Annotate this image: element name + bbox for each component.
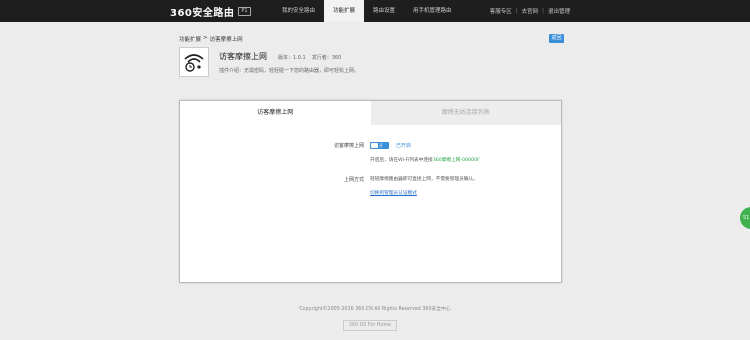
tab-connection-list[interactable]: 摩擦无线连接列表 — [370, 101, 561, 125]
main-nav: 我的安全路由 功能扩展 路由设置 用手机管理路由 — [273, 0, 461, 22]
breadcrumb-parent[interactable]: 功能扩展 — [179, 35, 201, 43]
toggle-text: 开 — [379, 142, 383, 148]
official-site-link[interactable]: 去官网 — [522, 7, 539, 15]
toggle-knob — [371, 143, 378, 148]
divider: | — [515, 8, 518, 14]
back-button[interactable]: 返回 — [549, 34, 564, 43]
method-text: 轻轻摩擦路由器即可直接上网，不需要管理员确认。 — [370, 177, 478, 182]
wifi-clock-icon — [179, 47, 209, 77]
os-badge: 360 OS For Home — [343, 320, 397, 331]
top-links: 客服专区 | 去官网 | 退出管理 — [490, 0, 570, 22]
logout-link[interactable]: 退出管理 — [548, 7, 570, 15]
model-badge: P1 — [238, 6, 251, 16]
settings-panel: 访客摩擦上网 摩擦无线连接列表 访客摩擦上网 开 已开启 开启后，请在Wi-Fi… — [179, 100, 562, 283]
logo[interactable]: 360安全路由 P1 — [170, 4, 251, 19]
switch-mode-link[interactable]: 切换到管理员认证模式 — [370, 190, 417, 196]
ssid-name: 360摩擦上网-00000F — [432, 158, 480, 163]
hint-prefix: 开启后，请在Wi-Fi列表中连接 — [370, 158, 433, 163]
breadcrumb: 功能扩展 > 访客摩擦上网 — [179, 35, 243, 43]
breadcrumb-current: 访客摩擦上网 — [209, 37, 243, 43]
top-bar: 360安全路由 P1 我的安全路由 功能扩展 路由设置 用手机管理路由 客服专区… — [0, 0, 750, 22]
tab-visitor-friction[interactable]: 访客摩擦上网 — [180, 101, 371, 125]
method-label: 上网方式 — [343, 177, 364, 183]
enable-toggle[interactable]: 开 — [370, 142, 389, 149]
app-meta: 版本：1.0.1 发行者：360 — [278, 54, 341, 61]
app-publisher: 发行者：360 — [311, 55, 342, 61]
copyright: Copyright©2005-2016 360.CN All Rights Re… — [299, 307, 451, 312]
divider: | — [542, 8, 544, 14]
status-text: 已开启 — [396, 143, 412, 149]
tab-extensions[interactable]: 功能扩展 — [324, 0, 365, 22]
toggle-label: 访客摩擦上网 — [333, 143, 364, 149]
help-link[interactable]: 客服专区 — [490, 7, 512, 15]
tab-my-router[interactable]: 我的安全路由 — [273, 0, 324, 22]
brand-name: 360安全路由 — [170, 7, 235, 19]
floating-badge[interactable]: 51 — [740, 207, 750, 229]
hint-text: 开启后，请在Wi-Fi列表中连接360摩擦上网-00000F — [370, 157, 480, 163]
app-name: 访客摩擦上网 — [219, 52, 267, 61]
panel-tabs: 访客摩擦上网 摩擦无线连接列表 — [180, 101, 561, 125]
app-description: 插件介绍：无需密码，轻轻碰一下您的路由器，即可轻松上网。 — [219, 68, 360, 74]
breadcrumb-separator: > — [203, 35, 208, 41]
tab-mobile-manage[interactable]: 用手机管理路由 — [404, 0, 461, 22]
tab-router-settings[interactable]: 路由设置 — [364, 0, 404, 22]
app-version: 版本：1.0.1 — [278, 55, 306, 61]
